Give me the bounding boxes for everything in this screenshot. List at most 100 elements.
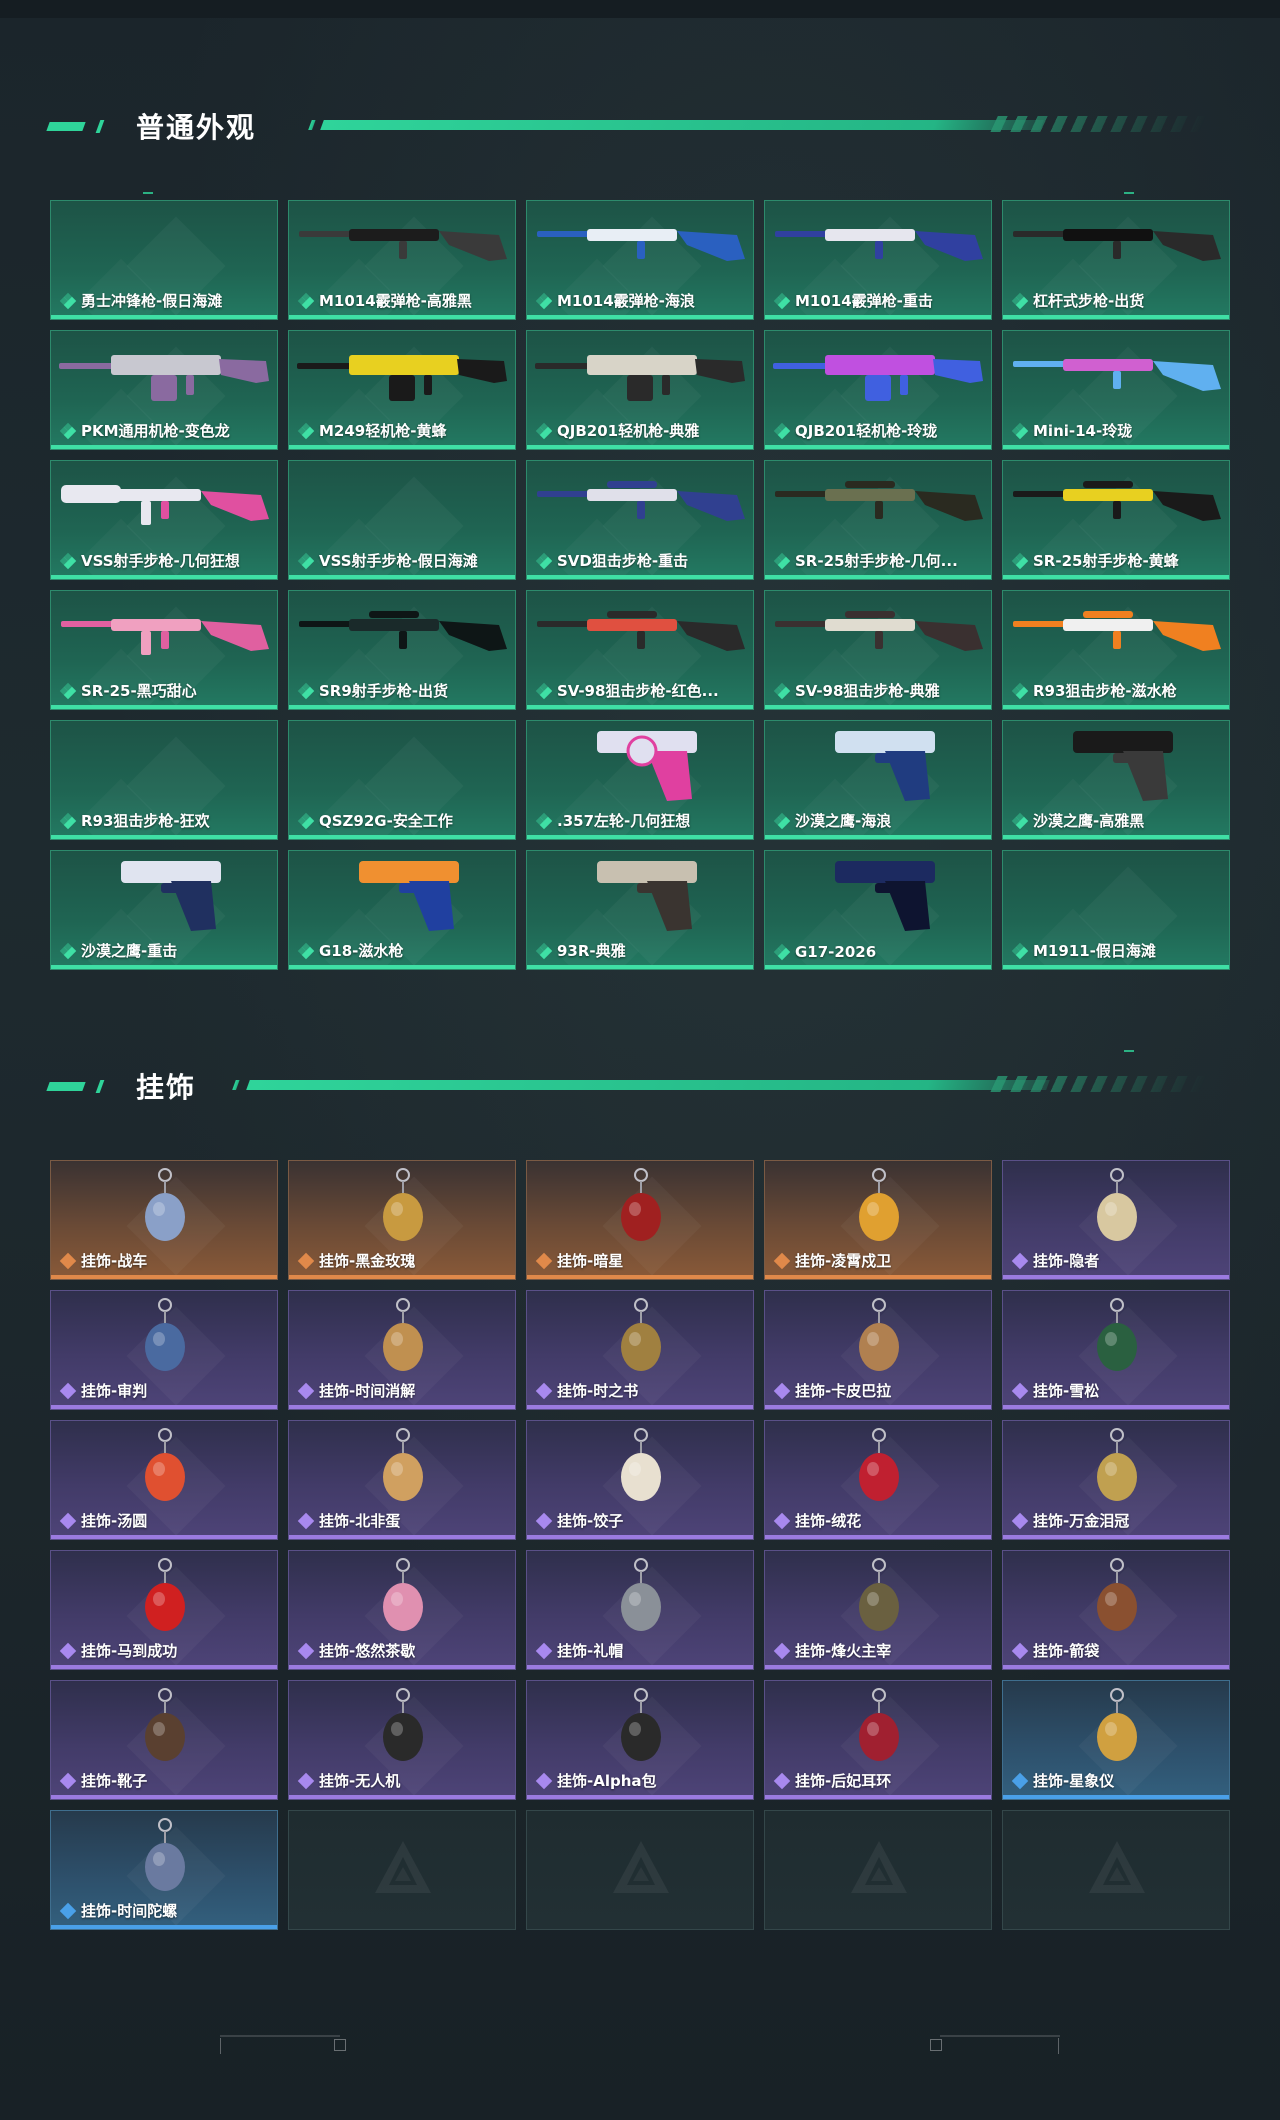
skin-name: M1911-假日海滩 [1033, 942, 1156, 960]
charm-card[interactable]: 挂饰-时间消解 [288, 1290, 516, 1410]
skin-name: PKM通用机枪-变色龙 [81, 422, 230, 440]
header-accent [95, 1080, 105, 1093]
weapon-image [775, 611, 983, 651]
skin-card[interactable]: QJB201轻机枪-典雅 [526, 330, 754, 450]
charm-card[interactable]: 挂饰-星象仪 [1002, 1680, 1230, 1800]
skin-card[interactable]: 沙漠之鹰-重击 [50, 850, 278, 970]
skin-card[interactable]: QJB201轻机枪-玲珑 [764, 330, 992, 450]
skin-card[interactable]: QSZ92G-安全工作 [288, 720, 516, 840]
skin-card[interactable]: SR-25-黑巧甜心 [50, 590, 278, 710]
charm-card[interactable]: 挂饰-绒花 [764, 1420, 992, 1540]
charm-grid: 挂饰-战车 挂饰-黑金玫瑰 挂饰-暗星 挂饰-凌霄戍卫 挂饰-隐者挂饰-审判 挂饰-时间消… [50, 1160, 1230, 1930]
charm-card[interactable]: 挂饰-无人机 [288, 1680, 516, 1800]
skin-card[interactable]: VSS射手步枪-几何狂想 [50, 460, 278, 580]
charm-name: 挂饰-战车 [81, 1252, 148, 1270]
tick-mark [1124, 192, 1134, 194]
weapon-image [537, 611, 745, 651]
charm-card[interactable]: 挂饰-审判 [50, 1290, 278, 1410]
charm-card[interactable]: 挂饰-悠然茶歇 [288, 1550, 516, 1670]
charm-image [383, 1428, 423, 1501]
rarity-diamond-icon [297, 1772, 315, 1789]
skin-name: QJB201轻机枪-典雅 [557, 422, 700, 440]
card-label-row: 93R-典雅 [535, 940, 626, 961]
weapon-image [59, 355, 269, 401]
charm-image [859, 1428, 899, 1501]
skin-card[interactable]: M249轻机枪-黄蜂 [288, 330, 516, 450]
charm-card[interactable]: 挂饰-马到成功 [50, 1550, 278, 1670]
skin-card[interactable]: SV-98狙击步枪-典雅 [764, 590, 992, 710]
skin-name: M1014霰弹枪-海浪 [557, 292, 695, 310]
skin-card[interactable]: 93R-典雅 [526, 850, 754, 970]
skin-card[interactable]: SV-98狙击步枪-红色... [526, 590, 754, 710]
card-label-row: SV-98狙击步枪-红色... [535, 680, 719, 701]
card-label-row: 挂饰-汤圆 [59, 1510, 147, 1531]
card-label-row: 杠杆式步枪-出货 [1011, 290, 1144, 311]
charm-card[interactable]: 挂饰-箭袋 [1002, 1550, 1230, 1670]
skin-card[interactable]: M1014霰弹枪-海浪 [526, 200, 754, 320]
charm-card[interactable]: 挂饰-时之书 [526, 1290, 754, 1410]
skin-card[interactable]: Mini-14-玲珑 [1002, 330, 1230, 450]
charm-card[interactable]: 挂饰-烽火主宰 [764, 1550, 992, 1670]
charm-card[interactable]: 挂饰-暗星 [526, 1160, 754, 1280]
charm-card[interactable]: 挂饰-卡皮巴拉 [764, 1290, 992, 1410]
charm-card[interactable]: 挂饰-后妃耳环 [764, 1680, 992, 1800]
empty-slot [288, 1810, 516, 1930]
charm-card[interactable]: 挂饰-战车 [50, 1160, 278, 1280]
rarity-diamond-icon [1011, 292, 1029, 309]
rarity-diamond-icon [1011, 552, 1029, 569]
charm-card[interactable]: 挂饰-凌霄戍卫 [764, 1160, 992, 1280]
weapon-image [775, 229, 983, 261]
skin-card[interactable]: G18-滋水枪 [288, 850, 516, 970]
rarity-diamond-icon [59, 1772, 77, 1789]
charm-card[interactable]: 挂饰-万金泪冠 [1002, 1420, 1230, 1540]
weapon-image [1073, 731, 1173, 801]
skin-card[interactable]: SR-25射手步枪-几何... [764, 460, 992, 580]
skin-card[interactable]: R93狙击步枪-狂欢 [50, 720, 278, 840]
skin-card[interactable]: 杠杆式步枪-出货 [1002, 200, 1230, 320]
skin-card[interactable]: VSS射手步枪-假日海滩 [288, 460, 516, 580]
skin-name: SR-25射手步枪-几何... [795, 552, 958, 570]
card-label-row: 挂饰-万金泪冠 [1011, 1510, 1129, 1531]
card-label-row: QJB201轻机枪-典雅 [535, 420, 700, 441]
charm-card[interactable]: 挂饰-汤圆 [50, 1420, 278, 1540]
charm-card[interactable]: 挂饰-时间陀螺 [50, 1810, 278, 1930]
card-label-row: M1014霰弹枪-高雅黑 [297, 290, 472, 311]
skin-card[interactable]: M1911-假日海滩 [1002, 850, 1230, 970]
skin-name: M249轻机枪-黄蜂 [319, 422, 447, 440]
skin-name: 沙漠之鹰-重击 [81, 942, 178, 960]
skin-card[interactable]: SR9射手步枪-出货 [288, 590, 516, 710]
skin-card[interactable]: 沙漠之鹰-海浪 [764, 720, 992, 840]
skin-card[interactable]: 沙漠之鹰-高雅黑 [1002, 720, 1230, 840]
skin-card[interactable]: M1014霰弹枪-高雅黑 [288, 200, 516, 320]
charm-name: 挂饰-饺子 [557, 1512, 624, 1530]
skin-card[interactable]: SR-25射手步枪-黄蜂 [1002, 460, 1230, 580]
charm-card[interactable]: 挂饰-礼帽 [526, 1550, 754, 1670]
skin-card[interactable]: PKM通用机枪-变色龙 [50, 330, 278, 450]
skin-name: 93R-典雅 [557, 942, 626, 960]
skin-card[interactable]: .357左轮-几何狂想 [526, 720, 754, 840]
charm-card[interactable]: 挂饰-雪松 [1002, 1290, 1230, 1410]
charm-name: 挂饰-卡皮巴拉 [795, 1382, 892, 1400]
charm-card[interactable]: 挂饰-隐者 [1002, 1160, 1230, 1280]
skin-card[interactable]: 勇士冲锋枪-假日海滩 [50, 200, 278, 320]
card-label-row: 挂饰-雪松 [1011, 1380, 1099, 1401]
charm-card[interactable]: 挂饰-黑金玫瑰 [288, 1160, 516, 1280]
skin-card[interactable]: G17-2026 [764, 850, 992, 970]
weapon-image [61, 485, 269, 525]
charm-card[interactable]: 挂饰-北非蛋 [288, 1420, 516, 1540]
rarity-diamond-icon [297, 1252, 315, 1269]
skin-name: G18-滋水枪 [319, 942, 404, 960]
charm-image [621, 1428, 661, 1501]
skin-card[interactable]: M1014霰弹枪-重击 [764, 200, 992, 320]
card-label-row: .357左轮-几何狂想 [535, 810, 690, 831]
skin-card[interactable]: R93狙击步枪-滋水枪 [1002, 590, 1230, 710]
charm-card[interactable]: 挂饰-饺子 [526, 1420, 754, 1540]
triangle-logo-icon [851, 1841, 907, 1893]
weapon-image [1013, 359, 1221, 391]
rarity-diamond-icon [773, 552, 791, 569]
skin-card[interactable]: SVD狙击步枪-重击 [526, 460, 754, 580]
charm-card[interactable]: 挂饰-Alpha包 [526, 1680, 754, 1800]
skin-name: R93狙击步枪-狂欢 [81, 812, 210, 830]
rarity-diamond-icon [535, 552, 553, 569]
charm-card[interactable]: 挂饰-靴子 [50, 1680, 278, 1800]
